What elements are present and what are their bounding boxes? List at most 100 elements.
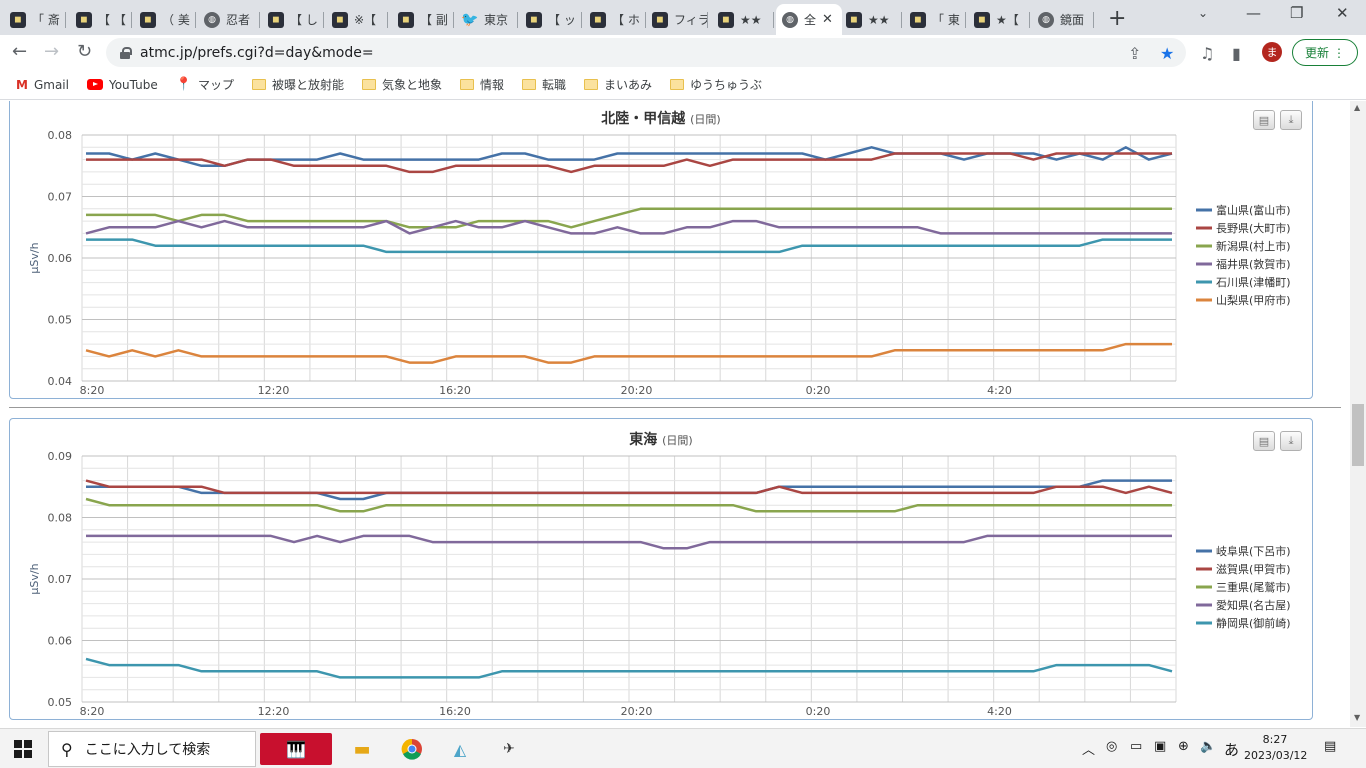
youtube-icon [86, 79, 103, 90]
side-panel-icon[interactable]: ▮ [1232, 44, 1241, 63]
legend-label[interactable]: 三重県(尾鷲市) [1216, 580, 1291, 594]
browser-tab[interactable]: ◍ 忍者 [198, 4, 260, 35]
bookmark-item[interactable]: 情報 [460, 76, 504, 93]
battery-icon[interactable]: ▭ [1130, 739, 1142, 754]
maps-icon: 📍 [175, 77, 192, 92]
file-explorer-icon[interactable]: ▬ [348, 733, 376, 765]
taskbar: ⚲ ここに入力して検索 🎹 ▬ ◭ ✈ ︿ ◎ ▭ ▣ ⊕ 🔈 あ 8:27 2… [0, 728, 1366, 768]
tab-title: （ 美 [162, 13, 190, 27]
browser-tab[interactable]: ◼ 【 し [262, 4, 324, 35]
browser-tab[interactable]: ◼ ★★ [712, 4, 774, 35]
url-text[interactable]: atmc.jp/prefs.cgi?d=day&mode= [140, 45, 374, 61]
legend-label[interactable]: 愛知県(名古屋) [1216, 598, 1291, 612]
security-icon[interactable]: ⊕ [1178, 739, 1189, 754]
bookmark-item[interactable]: 転職 [522, 76, 566, 93]
maximize-button[interactable]: ❐ [1290, 4, 1303, 22]
globe-icon: ◍ [782, 11, 798, 28]
tab-title: 東京 [484, 13, 509, 27]
close-window-button[interactable]: ✕ [1336, 4, 1349, 22]
tab-separator [901, 12, 902, 28]
scrollbar-thumb[interactable] [1352, 404, 1364, 466]
bookmark-item[interactable]: まいあみ [584, 76, 652, 93]
site-icon: ◼ [846, 11, 862, 28]
close-tab-icon[interactable]: ✕ [822, 12, 833, 27]
browser-tab[interactable]: ◍ 全 ✕ [776, 4, 842, 35]
legend-label[interactable]: 石川県(津幡町) [1216, 275, 1291, 289]
tab-title: ★★ [740, 12, 762, 27]
more-menu-icon[interactable]: ⋮ [1333, 46, 1345, 60]
update-label: 更新 [1304, 46, 1329, 60]
airplane-app-icon[interactable]: ✈ [494, 733, 524, 765]
lock-icon[interactable] [120, 46, 132, 59]
legend-label[interactable]: 長野県(大町市) [1216, 221, 1291, 235]
legend-label[interactable]: 静岡県(御前崎) [1216, 616, 1291, 630]
vertical-scrollbar[interactable]: ▲ ▼ [1350, 101, 1366, 727]
bookmark-item[interactable]: 📍 マップ [176, 76, 234, 93]
browser-tab[interactable]: ◼ 【 副 [392, 4, 454, 35]
profile-avatar[interactable]: ま [1262, 42, 1282, 62]
x-tick-label: 20:20 [621, 384, 653, 397]
browser-tab[interactable]: ◼ 「 東 [904, 4, 966, 35]
taskbar-search[interactable]: ⚲ ここに入力して検索 [48, 731, 256, 767]
new-tab-button[interactable]: + [1108, 6, 1126, 31]
y-axis-title: μSv/h [28, 242, 41, 273]
share-icon[interactable]: ⇪ [1128, 44, 1141, 63]
system-clock[interactable]: 8:27 2023/03/12 [1244, 732, 1307, 764]
windows-start-icon[interactable] [14, 740, 32, 758]
y-tick-label: 0.07 [48, 573, 73, 586]
tray-chevron-icon[interactable]: ︿ [1082, 739, 1095, 758]
chart-panel-hokuriku: 北陸・甲信越 (日間) ▤ ⤓ 0.08 0.07 0.06 0.05 0.04 μSv/… [9, 101, 1313, 399]
scroll-up-icon[interactable]: ▲ [1354, 103, 1360, 112]
bookmark-label: 情報 [480, 78, 505, 92]
legend-label[interactable]: 新潟県(村上市) [1216, 239, 1291, 253]
volume-icon[interactable]: 🔈 [1200, 739, 1216, 754]
chrome-icon[interactable] [398, 733, 426, 765]
browser-tab[interactable]: ◼ 「 斎 [4, 4, 66, 35]
folder-icon [361, 79, 376, 90]
tab-separator [65, 12, 66, 28]
legend-label[interactable]: 富山県(富山市) [1216, 203, 1291, 217]
browser-tab[interactable]: ◼ ★★ [840, 4, 902, 35]
browser-tab[interactable]: ◍ 鏡面 [1032, 4, 1094, 35]
legend-label[interactable]: 滋賀県(甲賀市) [1216, 562, 1291, 576]
y-tick-label: 0.07 [48, 191, 73, 204]
ime-indicator[interactable]: あ [1224, 739, 1239, 760]
scroll-down-icon[interactable]: ▼ [1354, 713, 1360, 722]
bookmark-item[interactable]: YouTube [86, 78, 158, 92]
address-bar[interactable]: atmc.jp/prefs.cgi?d=day&mode= [106, 38, 1186, 67]
notification-icon[interactable]: ▤ [1324, 739, 1336, 754]
browser-tab[interactable]: ◼ ※【 [326, 4, 388, 35]
update-button[interactable]: 更新 ⋮ [1292, 39, 1358, 66]
bookmark-label: Gmail [33, 77, 69, 92]
tray-app-icon[interactable]: ◎ [1106, 739, 1117, 754]
site-icon: ◼ [10, 11, 26, 28]
network-icon[interactable]: ▣ [1154, 739, 1166, 754]
browser-tab[interactable]: 🐦 東京 [456, 4, 518, 35]
minimize-button[interactable]: — [1246, 4, 1261, 22]
reload-icon[interactable]: ↻ [77, 41, 92, 62]
notes-app-icon[interactable]: ◭ [446, 733, 474, 765]
search-placeholder: ここに入力して検索 [84, 742, 211, 758]
media-control-icon[interactable]: ♫ [1200, 44, 1214, 63]
bookmark-label: ゆうちゅうぶ [690, 78, 763, 92]
bookmark-item[interactable]: ゆうちゅうぶ [670, 76, 762, 93]
browser-tab[interactable]: ◼ 【 ッ [520, 4, 582, 35]
bookmark-item[interactable]: 被曝と放射能 [251, 76, 344, 93]
back-arrow-icon[interactable]: ← [12, 41, 27, 62]
bookmark-item[interactable]: 気象と地象 [361, 76, 442, 93]
x-tick-label: 16:20 [439, 384, 471, 397]
bookmark-item[interactable]: M Gmail [16, 78, 69, 92]
app-thumbnail-icon[interactable]: 🎹 [260, 733, 332, 765]
legend-label[interactable]: 山梨県(甲府市) [1216, 293, 1291, 307]
browser-tab[interactable]: ◼ 【 【 [70, 4, 132, 35]
bookmark-star-icon[interactable]: ★ [1160, 44, 1174, 63]
legend-label[interactable]: 福井県(敦賀市) [1216, 257, 1291, 271]
legend-label[interactable]: 岐阜県(下呂市) [1216, 544, 1291, 558]
browser-tab[interactable]: ◼ ★【 [968, 4, 1030, 35]
browser-tab[interactable]: ◼ フィラ [646, 4, 708, 35]
gmail-icon: M [16, 77, 28, 92]
forward-arrow-icon[interactable]: → [44, 41, 59, 62]
browser-tab[interactable]: ◼ （ 美 [134, 4, 196, 35]
tab-search-icon[interactable]: ⌄ [1198, 6, 1208, 20]
browser-tab[interactable]: ◼ 【 ホ [584, 4, 646, 35]
